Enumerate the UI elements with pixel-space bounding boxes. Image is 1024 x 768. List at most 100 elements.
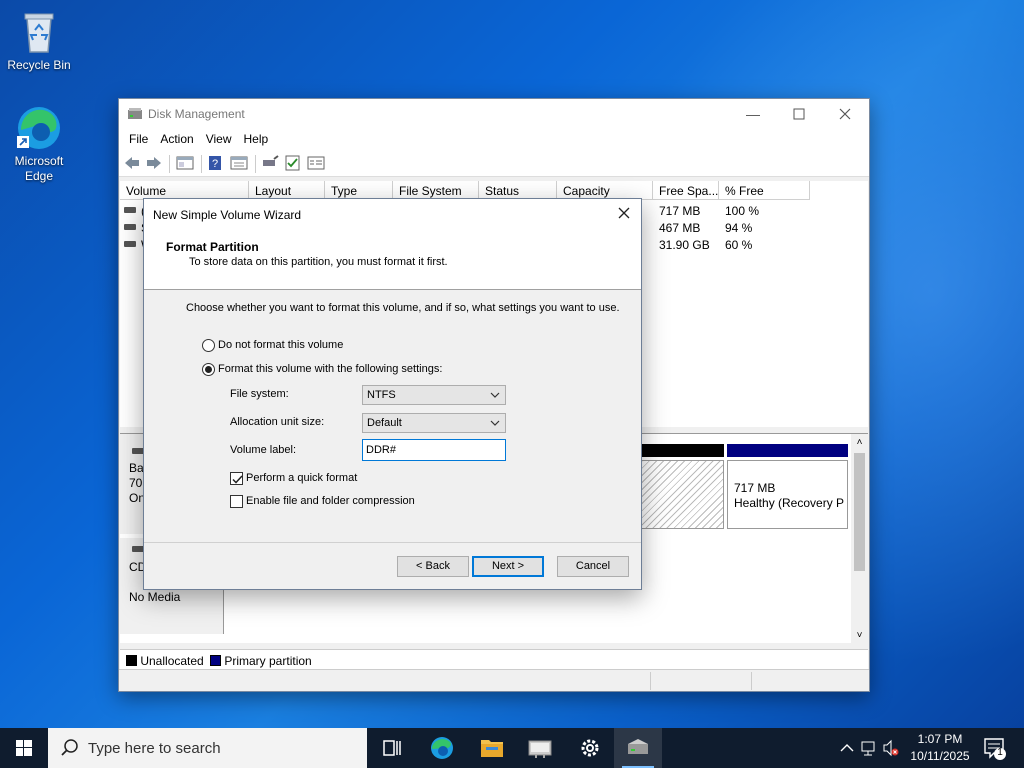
file-explorer-icon (481, 740, 503, 757)
unallocated-swatch (126, 655, 137, 666)
wizard-titlebar[interactable]: New Simple Volume Wizard (144, 199, 641, 229)
menu-file[interactable]: File (123, 129, 154, 151)
volume-icon (124, 241, 136, 247)
svg-text:?: ? (212, 158, 218, 170)
back-button[interactable]: < Back (397, 556, 469, 577)
unallocated-hatch (640, 460, 724, 529)
allocation-unit-dropdown[interactable]: Default (362, 413, 506, 433)
settings-icon (581, 739, 599, 757)
quick-format-label[interactable]: Perform a quick format (246, 472, 357, 484)
network-icon[interactable] (861, 741, 875, 756)
chevron-up-icon[interactable] (840, 744, 854, 752)
taskbar-search-box[interactable]: Type here to search (48, 728, 367, 768)
toolbar-separator (201, 155, 202, 173)
legend-unallocated: Unallocated (140, 654, 204, 668)
unallocated-partition[interactable] (640, 444, 724, 530)
recovery-partition[interactable]: 717 MB Healthy (Recovery Pa (727, 444, 848, 530)
taskbar-clock[interactable]: 1:07 PM 10/11/2025 (900, 731, 980, 765)
show-hide-console-icon[interactable] (176, 155, 194, 171)
back-arrow-icon[interactable] (123, 155, 141, 171)
task-view-icon (383, 740, 401, 756)
column-header-free-space[interactable]: Free Spa... (653, 181, 719, 200)
properties-icon[interactable] (230, 155, 248, 171)
volume-label-input[interactable] (362, 439, 506, 461)
taskbar-disk-management[interactable] (614, 728, 662, 768)
compression-checkbox[interactable] (230, 495, 243, 508)
volume-icon (124, 207, 136, 213)
file-system-dropdown[interactable]: NTFS (362, 385, 506, 405)
recycle-bin-label: Recycle Bin (7, 58, 71, 72)
scroll-down-arrow[interactable]: ˅ (851, 627, 868, 644)
forward-arrow-icon[interactable] (145, 155, 163, 171)
recycle-bin-icon (15, 8, 63, 56)
wizard-title: New Simple Volume Wizard (153, 208, 302, 222)
primary-partition-swatch (210, 655, 221, 666)
wizard-close-icon[interactable] (615, 204, 633, 222)
volume-muted-icon[interactable] (883, 739, 899, 757)
start-button[interactable] (0, 728, 48, 768)
wizard-header: Format Partition To store data on this p… (144, 229, 641, 290)
legend-primary-partition: Primary partition (224, 654, 312, 668)
column-header-percent-free[interactable]: % Free (719, 181, 810, 200)
maximize-button[interactable] (776, 99, 822, 129)
taskbar-settings[interactable] (566, 728, 614, 768)
notification-count: 1 (997, 747, 1003, 758)
menu-view[interactable]: View (200, 129, 238, 151)
partition-size: 717 MB (734, 481, 776, 495)
menu-help[interactable]: Help (238, 129, 275, 151)
next-button[interactable]: Next > (472, 556, 544, 577)
chevron-down-icon (490, 389, 500, 401)
minimize-button[interactable]: — (730, 99, 776, 129)
chevron-down-icon (490, 417, 500, 429)
wizard-page-subtitle: To store data on this partition, you mus… (189, 256, 448, 268)
compression-label[interactable]: Enable file and folder compression (246, 495, 415, 507)
scroll-up-arrow[interactable]: ˄ (851, 434, 868, 451)
file-system-label: File system: (230, 388, 289, 400)
percent-free: 60 % (725, 238, 753, 252)
clock-time: 1:07 PM (917, 732, 963, 746)
free-space: 467 MB (659, 221, 701, 235)
taskbar-file-explorer[interactable] (468, 728, 516, 768)
unallocated-bar (640, 444, 724, 457)
menu-action[interactable]: Action (154, 129, 199, 151)
taskbar-network-app[interactable] (516, 728, 564, 768)
scroll-thumb[interactable] (854, 453, 865, 571)
no-format-label[interactable]: Do not format this volume (218, 339, 343, 351)
edge-label: Microsoft Edge (14, 154, 64, 183)
allocation-unit-value: Default (367, 417, 402, 429)
vertical-scrollbar[interactable]: ˄ ˅ (851, 434, 868, 644)
wizard-footer: < Back Next > Cancel (144, 542, 641, 589)
legend: Unallocated Primary partition (120, 649, 868, 669)
edge-icon (431, 737, 453, 759)
partition-status: Healthy (Recovery Pa (734, 496, 844, 510)
help-icon[interactable]: ? (207, 155, 225, 171)
disk-type: Ba (129, 461, 144, 475)
edge-shortcut[interactable]: Microsoft Edge (1, 104, 77, 184)
window-titlebar[interactable]: Disk Management — (119, 99, 869, 129)
disk-management-icon (127, 107, 143, 121)
checklist-icon[interactable] (284, 155, 302, 171)
taskbar-edge[interactable] (418, 728, 466, 768)
system-tray (836, 728, 900, 768)
recycle-bin-shortcut[interactable]: Recycle Bin (1, 8, 77, 73)
wizard-intro-text: Choose whether you want to format this v… (186, 302, 620, 314)
connect-disk-icon[interactable] (261, 155, 279, 171)
task-view-button[interactable] (368, 728, 416, 768)
format-radio[interactable] (202, 363, 215, 376)
percent-free: 100 % (725, 204, 760, 218)
quick-format-checkbox[interactable] (230, 472, 243, 485)
taskbar: Type here to search 1:07 PM 10/11/2025 1 (0, 728, 1024, 768)
no-format-radio[interactable] (202, 339, 215, 352)
notification-center-button[interactable]: 1 (978, 728, 1024, 768)
clock-date: 10/11/2025 (910, 749, 970, 763)
close-button[interactable] (822, 99, 868, 129)
format-label[interactable]: Format this volume with the following se… (218, 363, 442, 375)
edge-icon (15, 104, 63, 152)
settings-list-icon[interactable] (307, 155, 325, 171)
toolbar-separator (169, 155, 170, 173)
status-bar-divider (751, 672, 752, 690)
free-space: 717 MB (659, 204, 701, 218)
cancel-button[interactable]: Cancel (557, 556, 629, 577)
allocation-unit-label: Allocation unit size: (230, 416, 325, 428)
search-placeholder: Type here to search (88, 740, 221, 757)
